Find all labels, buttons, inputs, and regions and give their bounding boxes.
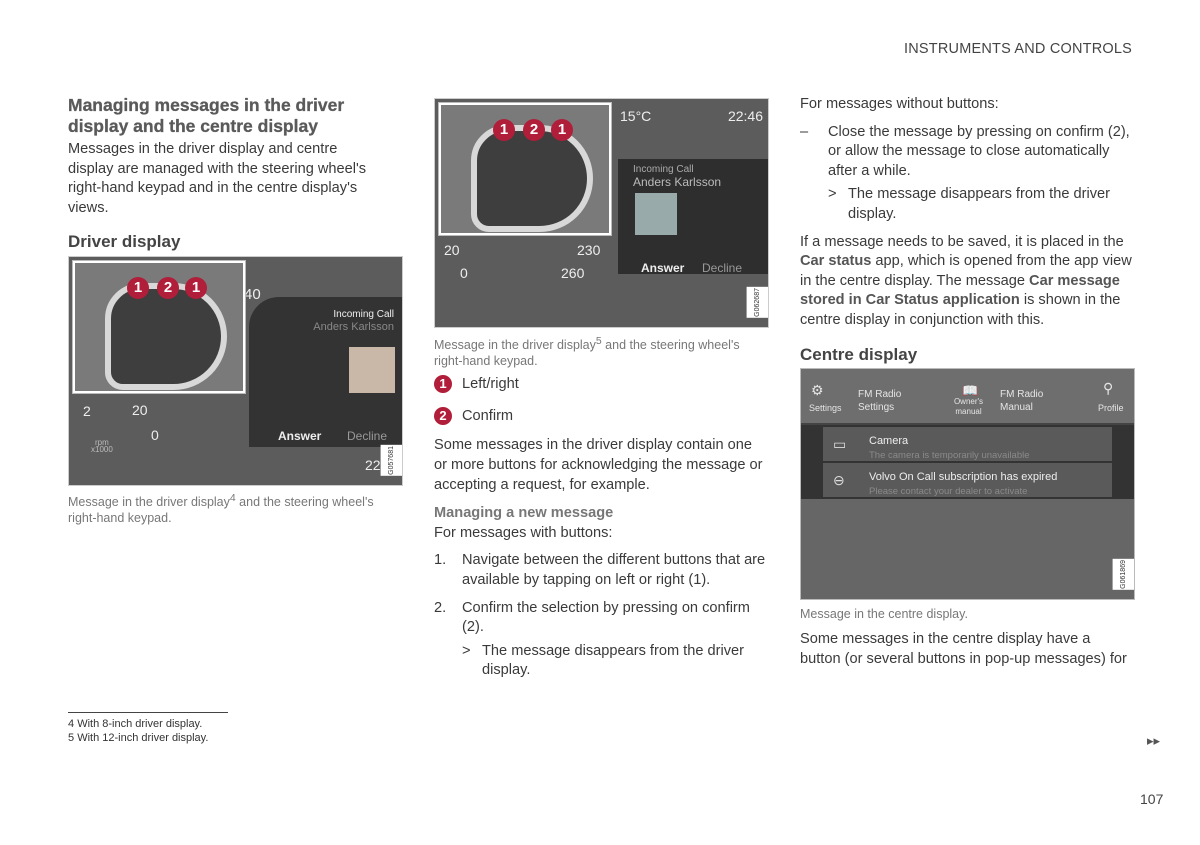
manual-page: INSTRUMENTS AND CONTROLS Managing messag… [0,0,1200,845]
body-text: If a message needs to be saved, it is pl… [800,233,1132,328]
caller-photo [349,346,395,393]
figure-caption: Message in the centre display. [800,607,968,622]
fm-radio-settings-sub: Settings [858,402,895,414]
keypad-inset: 1 2 1 [73,260,245,393]
owners-manual-tile: Owner's manual [953,397,984,417]
notification-volvo-on-call: ⊖ Volvo On Call subscription has expired P… [823,463,1112,498]
settings-icon: ⚙ [811,382,824,399]
left-column: Managing messages in the driver display … [68,95,403,526]
badge-left-right: 1 [493,119,515,141]
driver-display-12in-figure: 15°C 22:46 Incoming Call Anders Karlsson… [434,98,769,328]
clock: 22:46 [727,108,763,124]
camera-icon: ▭ [833,436,847,453]
body-text: Some messages in the centre display have… [800,631,1127,667]
continue-icon: ▸▸ [1147,733,1161,748]
rpm-label: 2 [83,402,91,419]
body-text: For messages with buttons: [434,524,613,541]
volvo-logo-icon: ⊖ [833,472,845,489]
notification-camera: ▭ Camera The camera is temporarily unavail… [823,427,1112,462]
body-text: Some messages in the driver display cont… [434,437,763,493]
page-number: 107 [1140,791,1164,807]
legend-item: 1 Left/right [434,375,769,395]
section-header: INSTRUMENTS AND CONTROLS [904,41,1132,57]
managing-new-message-heading: Managing a new message [434,505,614,522]
caller-photo [635,193,677,235]
figure-caption: Message in the driver display4 and the s… [68,492,374,526]
decline-button: Decline [702,261,743,275]
decline-button: Decline [347,428,388,443]
centre-display-figure: ⚙ Settings FM Radio Settings 📖 Owner's m… [800,368,1135,601]
keypad-inset: 1 2 1 [439,103,611,235]
rpm-unit: x1000 [91,444,113,454]
footnote: 5 With 12-inch driver display. [68,732,209,744]
badge-left-right: 1 [185,276,207,299]
speed-label: 260 [561,265,585,281]
fm-radio-manual-sub: Manual [1000,402,1033,414]
centre-display-heading: Centre display [800,344,918,364]
footnotes: 4 With 8-inch driver display. 5 With 12-… [68,717,208,745]
footnote-divider [68,712,228,713]
body-text: For messages without buttons: [800,96,999,112]
caller-name: Anders Karlsson [313,320,394,333]
badge-confirm: 2 [523,119,545,141]
figure-caption: Message in the driver display5 and the s… [434,336,740,369]
bullet-item: – Close the message by pressing on confir… [800,123,1130,179]
result-item: > The message disappears from the driver … [828,186,1110,222]
step-item: 2. Confirm the selection by pressing on c… [434,599,750,636]
caller-name: Anders Karlsson [633,175,722,189]
temperature: 15°C [620,108,652,124]
profile-tile: Profile [1098,403,1124,414]
middle-column: 15°C 22:46 Incoming Call Anders Karlsson… [434,98,769,681]
speed-label: 40 [244,285,261,303]
answer-button: Answer [278,428,322,443]
badge-confirm: 2 [157,276,179,299]
right-column: For messages without buttons: – Close the… [800,95,1135,669]
driver-display-figure: 40 160 180 20 0 2 rpm x1000 Incoming Cal… [68,255,403,486]
settings-tile: Settings [809,403,842,414]
figure-code: G061869 [1113,559,1134,590]
footnote: 4 With 8-inch driver display. [68,718,203,730]
speed-label: 20 [444,242,460,258]
speed-label: 20 [132,401,148,418]
step-item: 1. Navigate between the different buttons… [434,552,766,588]
answer-button: Answer [641,261,685,275]
figure-code: G057681 [381,444,402,476]
result-item: > The message disappears from the driver … [462,642,744,679]
speed-label: 0 [460,265,468,281]
driver-display-heading: Driver display [68,232,181,252]
badge-left-right: 1 [551,119,573,141]
profile-icon: ⚲ [1103,380,1114,397]
intro-text: Messages in the driver display and centr… [68,141,367,216]
figure-code: G062687 [747,287,768,318]
badge-left-right: 1 [127,276,149,299]
speed-label: 230 [577,242,601,258]
page-title: Managing messages in the driver display … [68,95,345,136]
speed-label: 0 [151,426,159,443]
legend-item: 2 Confirm [434,406,769,427]
